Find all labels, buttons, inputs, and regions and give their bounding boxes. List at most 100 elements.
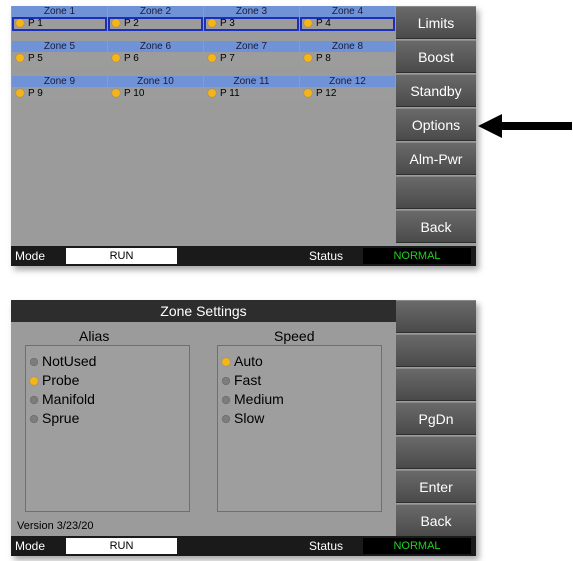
zone-body: P 12 — [300, 87, 395, 101]
zone-probe-label: P 4 — [316, 18, 331, 29]
option-label: Slow — [234, 410, 265, 426]
radio-indicator-icon — [30, 396, 38, 405]
standby-button[interactable]: Standby — [396, 74, 476, 107]
zone-body: P 5 — [12, 52, 107, 66]
radio-indicator-icon — [30, 358, 38, 367]
radio-indicator-icon — [30, 377, 38, 386]
pgdn-button[interactable]: PgDn — [396, 402, 476, 435]
blank-button[interactable] — [396, 436, 476, 469]
option-label: Auto — [234, 353, 263, 369]
zone-cell[interactable]: Zone 8P 8 — [300, 41, 395, 66]
option-label: Fast — [234, 372, 262, 388]
list-item[interactable]: NotUsed — [26, 352, 189, 371]
speed-list: Auto Fast Medium Slow — [217, 345, 382, 512]
option-label: Medium — [234, 391, 284, 407]
zone-probe-label: P 3 — [220, 18, 235, 29]
zone-name: Zone 11 — [204, 76, 299, 87]
alm-pwr-button[interactable]: Alm-Pwr — [396, 142, 476, 175]
enter-button[interactable]: Enter — [396, 470, 476, 503]
zone-probe-label: P 9 — [28, 88, 43, 99]
indicator-lamp-icon — [16, 19, 24, 28]
list-item[interactable]: Manifold — [26, 390, 189, 409]
radio-indicator-icon — [222, 396, 230, 405]
zone-body: P 10 — [108, 87, 203, 101]
version-text: Version 3/23/20 — [17, 520, 94, 532]
zone-name: Zone 2 — [108, 6, 203, 17]
speed-header: Speed — [274, 328, 315, 344]
zone-cell[interactable]: Zone 9P 9 — [12, 76, 107, 101]
zone-body: P 7 — [204, 52, 299, 66]
status-bar: Mode RUN Status NORMAL — [11, 246, 476, 266]
alias-list: NotUsed Probe Manifold Sprue — [25, 345, 190, 512]
zone-body: P 11 — [204, 87, 299, 101]
list-item[interactable]: Auto — [218, 352, 381, 371]
indicator-lamp-icon — [112, 19, 120, 28]
indicator-lamp-icon — [304, 54, 312, 63]
indicator-lamp-icon — [208, 54, 216, 63]
zone-name: Zone 5 — [12, 41, 107, 52]
zone-name: Zone 6 — [108, 41, 203, 52]
list-item[interactable]: Fast — [218, 371, 381, 390]
zone-body: P 8 — [300, 52, 395, 66]
zone-cell[interactable]: Zone 11 P 11 — [204, 76, 299, 101]
indicator-lamp-icon — [208, 19, 216, 28]
options-button[interactable]: Options — [396, 108, 476, 141]
blank-button[interactable] — [396, 176, 476, 209]
boost-button[interactable]: Boost — [396, 40, 476, 73]
zone-settings-screen: Zone Settings Alias Speed NotUsed Probe Ma… — [11, 300, 476, 556]
indicator-lamp-icon — [304, 19, 312, 28]
indicator-lamp-icon — [16, 54, 24, 63]
mode-label: Mode — [15, 539, 46, 553]
back-button[interactable]: Back — [396, 504, 476, 537]
blank-button[interactable] — [396, 368, 476, 401]
zone-probe-label: P 10 — [124, 88, 145, 99]
zone-cell[interactable]: Zone 5P 5 — [12, 41, 107, 66]
zone-name: Zone 3 — [204, 6, 299, 17]
limits-button[interactable]: Limits — [396, 6, 476, 39]
indicator-lamp-icon — [16, 89, 24, 98]
status-value: NORMAL — [363, 248, 471, 264]
mode-label: Mode — [15, 249, 46, 263]
zone-name: Zone 4 — [300, 6, 395, 17]
arrow-left-icon — [478, 114, 572, 138]
status-bar: Mode RUN Status NORMAL — [11, 536, 476, 556]
status-value: NORMAL — [363, 538, 471, 554]
zone-cell[interactable]: Zone 4P 4 — [300, 6, 395, 31]
list-item[interactable]: Medium — [218, 390, 381, 409]
zone-body: P 2 — [108, 17, 203, 31]
indicator-lamp-icon — [304, 89, 312, 98]
zone-name: Zone 8 — [300, 41, 395, 52]
option-label: NotUsed — [42, 353, 97, 369]
zone-probe-label: P 12 — [316, 88, 337, 99]
zone-cell[interactable]: Zone 7P 7 — [204, 41, 299, 66]
zone-cell[interactable]: Zone 6P 6 — [108, 41, 203, 66]
zone-body: P 4 — [300, 17, 395, 31]
blank-button[interactable] — [396, 334, 476, 367]
status-label: Status — [309, 539, 344, 553]
option-label: Sprue — [42, 410, 80, 426]
option-label: Probe — [42, 372, 80, 388]
zone-cell[interactable]: Zone 3P 3 — [204, 6, 299, 31]
zone-name: Zone 10 — [108, 76, 203, 87]
list-item[interactable]: Probe — [26, 371, 189, 390]
zone-cell[interactable]: Zone 1P 1 — [12, 6, 107, 31]
option-label: Manifold — [42, 391, 95, 407]
radio-indicator-icon — [222, 358, 230, 367]
back-button[interactable]: Back — [396, 210, 476, 243]
list-item[interactable]: Slow — [218, 409, 381, 428]
list-item[interactable]: Sprue — [26, 409, 189, 428]
zone-cell[interactable]: Zone 12 P 12 — [300, 76, 395, 101]
zone-cell[interactable]: Zone 10 P 10 — [108, 76, 203, 101]
zone-probe-label: P 2 — [124, 18, 139, 29]
zone-probe-label: P 1 — [28, 18, 43, 29]
zone-name: Zone 9 — [12, 76, 107, 87]
zone-probe-label: P 11 — [220, 88, 240, 99]
blank-button[interactable] — [396, 300, 476, 333]
zone-body: P 1 — [12, 17, 107, 31]
alias-header: Alias — [79, 328, 110, 344]
mode-value: RUN — [66, 248, 177, 264]
radio-indicator-icon — [222, 415, 230, 424]
indicator-lamp-icon — [208, 89, 216, 98]
indicator-lamp-icon — [112, 54, 120, 63]
zone-cell[interactable]: Zone 2P 2 — [108, 6, 203, 31]
